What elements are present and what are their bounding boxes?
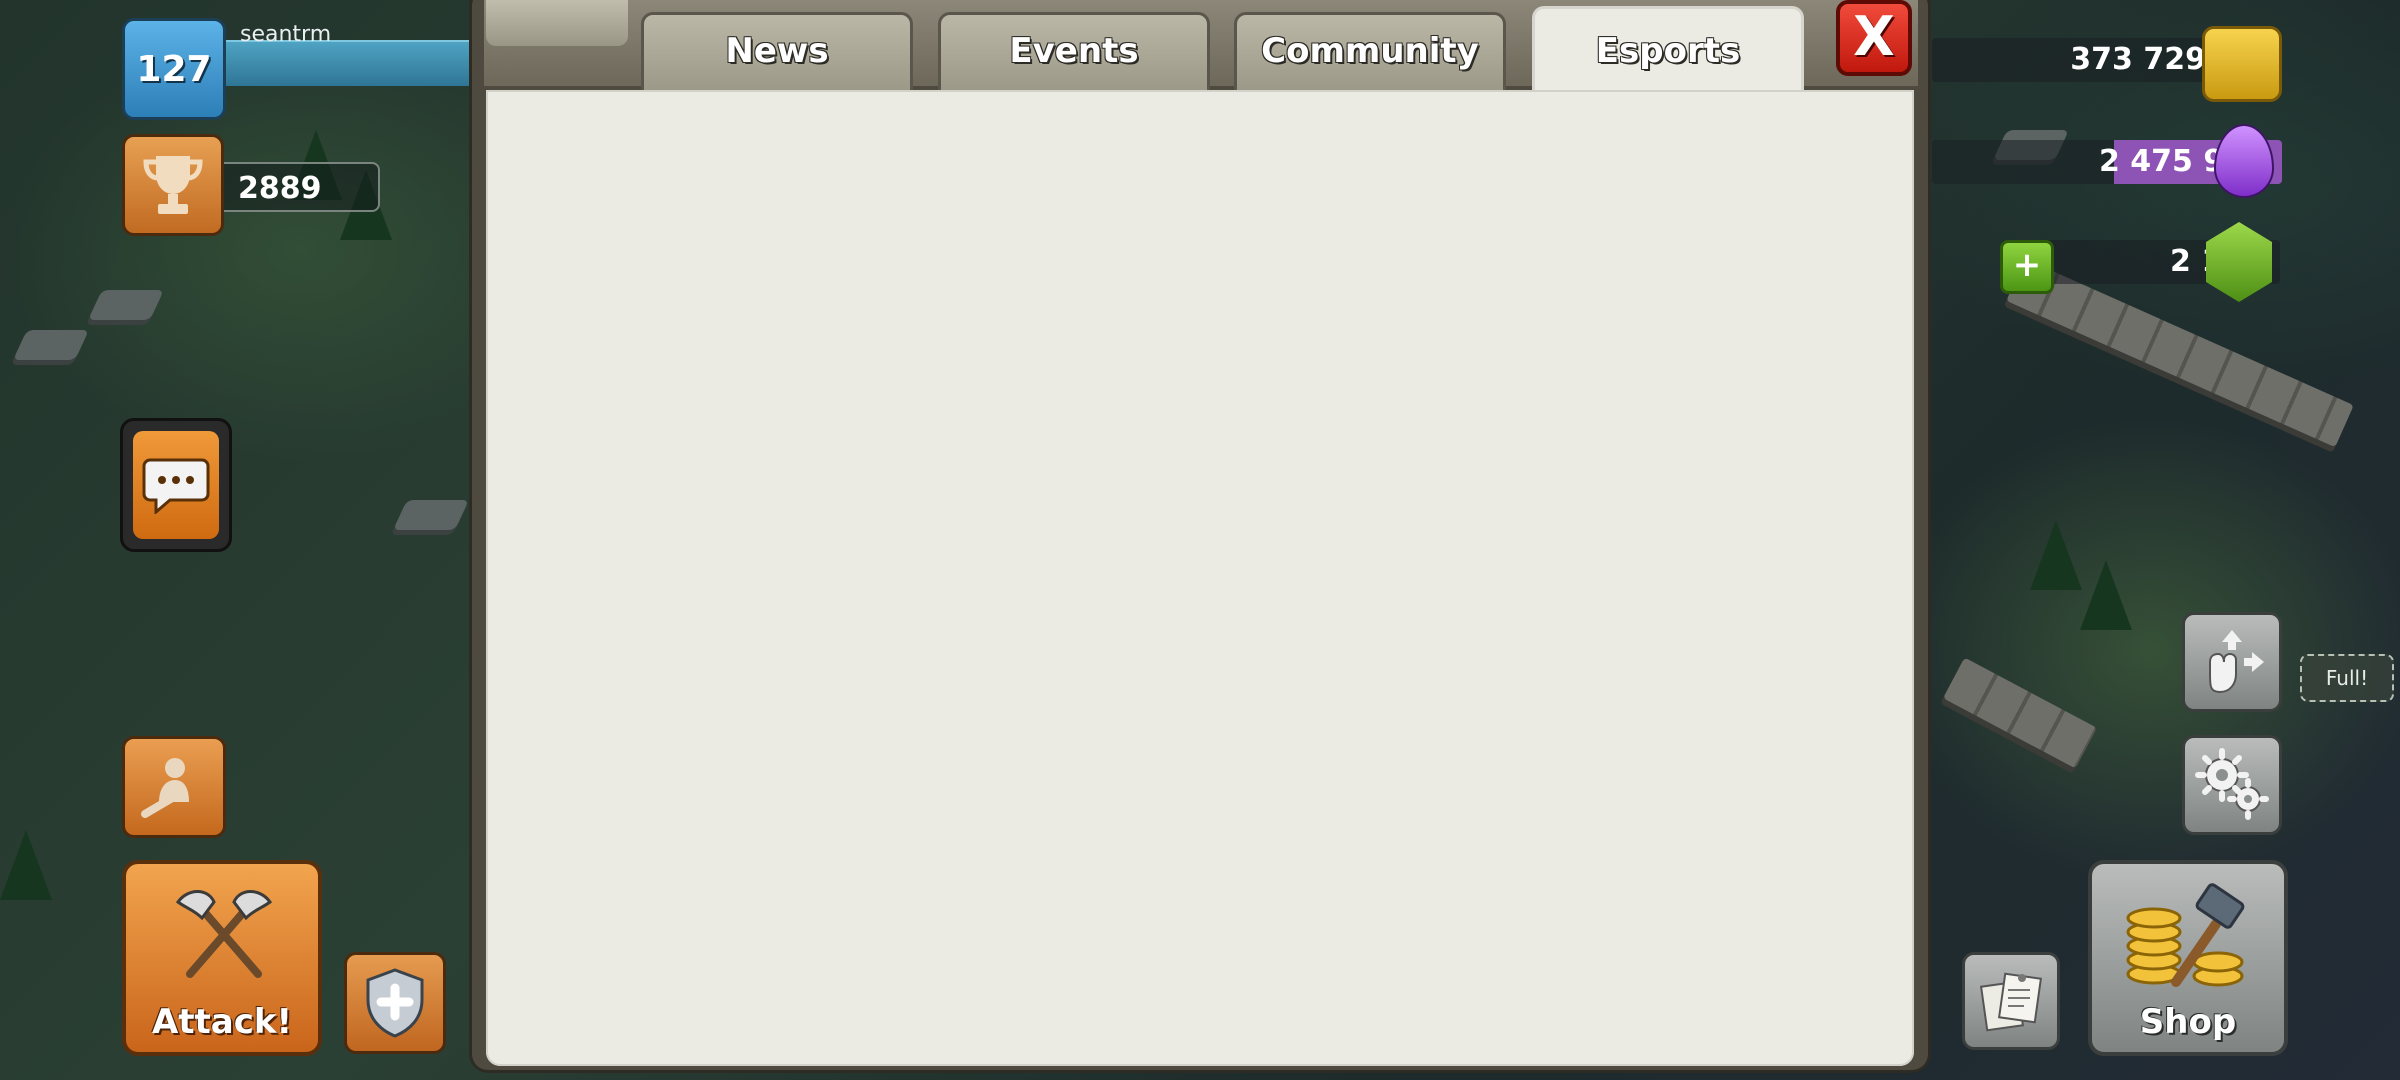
trophy-icon [143, 156, 203, 214]
close-button[interactable]: X [1836, 0, 1912, 76]
attack-button[interactable]: Attack! [122, 860, 322, 1056]
move-hand-icon [2209, 630, 2264, 694]
trophy-button[interactable] [122, 134, 224, 236]
move-button[interactable] [2182, 612, 2282, 712]
shield-button[interactable] [344, 952, 446, 1054]
player-name: seantrm [240, 22, 332, 47]
notes-button[interactable] [1962, 952, 2060, 1050]
tab-community[interactable]: Community [1234, 12, 1506, 90]
tree-decoration [2080, 560, 2132, 630]
esports-content-panel[interactable] [486, 90, 1914, 1066]
shield-plus-icon [366, 968, 424, 1038]
settings-button[interactable] [2182, 735, 2282, 835]
builder-icon [141, 758, 189, 818]
crossed-axes-icon [175, 890, 273, 978]
full-status-bubble[interactable]: Full! [2300, 654, 2394, 702]
hammer-coins-icon [2126, 883, 2245, 987]
level-value: 127 [136, 48, 212, 90]
shop-button[interactable]: Shop [2088, 860, 2288, 1056]
gear-icon [2195, 748, 2269, 820]
trophy-count: 2889 [222, 162, 380, 212]
tab-news[interactable]: News [641, 12, 913, 90]
tree-decoration [0, 830, 52, 900]
shop-label: Shop [2139, 1002, 2237, 1042]
add-gems-button[interactable]: + [2000, 240, 2054, 294]
tree-decoration [2030, 520, 2082, 590]
tab-events[interactable]: Events [938, 12, 1210, 90]
gold-counter: 373 729 [1932, 38, 2222, 82]
gold-icon [2202, 26, 2282, 102]
chat-bubble-icon [142, 458, 210, 514]
attack-label: Attack! [151, 1002, 293, 1042]
notes-icon [1979, 972, 2043, 1032]
tab-esports[interactable]: Esports [1532, 6, 1804, 90]
level-badge[interactable]: 127 [122, 18, 226, 120]
chat-button[interactable] [120, 418, 232, 552]
modal-corner-ledge [486, 0, 628, 46]
builder-button[interactable] [122, 736, 226, 838]
